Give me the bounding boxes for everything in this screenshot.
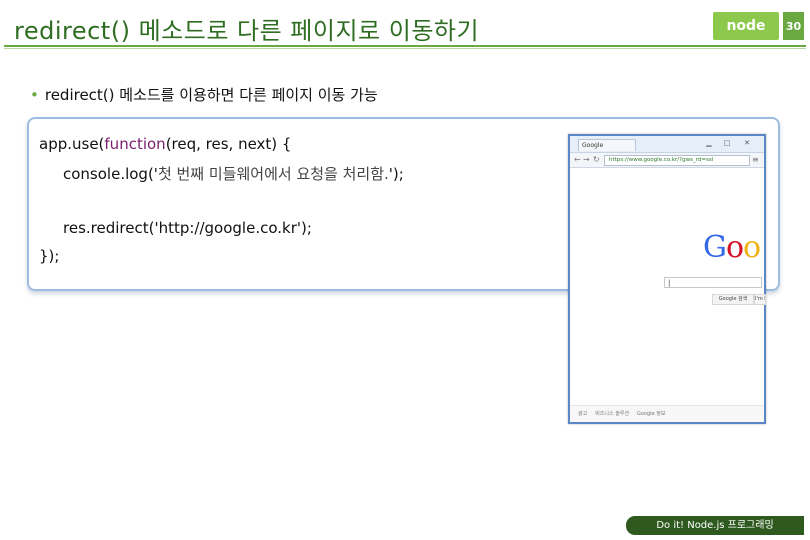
title-divider bbox=[4, 45, 806, 47]
close-icon[interactable]: ✕ bbox=[742, 139, 752, 147]
code-keyword-function: function bbox=[104, 135, 166, 153]
code-line-1-pre: app.use( bbox=[39, 135, 105, 153]
node-logo-text: node bbox=[726, 18, 766, 34]
minimize-icon[interactable]: ▁ bbox=[704, 139, 714, 147]
title-divider-secondary bbox=[4, 48, 806, 49]
reload-icon[interactable]: ↻ bbox=[593, 155, 600, 165]
code-line-2-pre: console.log(' bbox=[63, 165, 158, 183]
back-arrow-icon[interactable]: ← bbox=[574, 155, 581, 165]
google-search-input[interactable]: | bbox=[664, 277, 762, 288]
browser-footer: 광고 비즈니스 솔루션 Google 정보 bbox=[570, 405, 764, 422]
bullet-point: • redirect() 메소드를 이용하면 다른 페이지 이동 가능 bbox=[30, 84, 378, 105]
node-logo: node bbox=[713, 12, 779, 40]
code-line-3: res.redirect('http://google.co.kr'); bbox=[63, 219, 312, 237]
forward-arrow-icon[interactable]: → bbox=[583, 155, 590, 165]
code-line-1-post: (req, res, next) { bbox=[165, 135, 292, 153]
footer-link-ads[interactable]: 광고 bbox=[578, 411, 587, 417]
browser-tab[interactable]: Google bbox=[578, 139, 636, 151]
code-line-4: }); bbox=[39, 247, 60, 265]
slide-title: redirect() 메소드로 다른 페이지로 이동하기 bbox=[14, 17, 480, 45]
menu-icon[interactable]: ≡ bbox=[752, 155, 759, 164]
code-line-2-post: '); bbox=[388, 165, 404, 183]
browser-screenshot: Google ▁ □ ✕ ← → ↻ https://www.google.co… bbox=[568, 134, 766, 424]
bullet-text: redirect() 메소드를 이용하면 다른 페이지 이동 가능 bbox=[44, 86, 378, 104]
code-line-2: console.log('첫 번째 미들웨어에서 요청을 처리함.'); bbox=[63, 163, 404, 184]
google-logo: Goo bbox=[703, 230, 761, 265]
google-search-button[interactable]: Google 검색 bbox=[712, 294, 754, 305]
page-number: 30 bbox=[783, 12, 804, 40]
code-line-1: app.use(function(req, res, next) { bbox=[39, 135, 291, 153]
browser-toolbar: ← → ↻ https://www.google.co.kr/?gws_rd=s… bbox=[570, 153, 764, 168]
address-bar[interactable]: https://www.google.co.kr/?gws_rd=ssl bbox=[604, 155, 750, 166]
footer-banner: Do it! Node.js 프로그래밍 bbox=[626, 516, 804, 535]
google-logo-letter-o1: o bbox=[725, 230, 744, 265]
feeling-lucky-button[interactable]: I'm Feeling Lucky bbox=[754, 294, 766, 305]
google-logo-letter-o2: o bbox=[743, 230, 761, 265]
maximize-icon[interactable]: □ bbox=[722, 139, 732, 147]
google-logo-letter-g: G bbox=[703, 230, 727, 265]
browser-titlebar: Google ▁ □ ✕ bbox=[570, 136, 764, 153]
footer-link-about[interactable]: Google 정보 bbox=[637, 411, 665, 417]
code-line-2-korean: 첫 번째 미들웨어에서 요청을 처리함. bbox=[157, 165, 389, 183]
bullet-dot-icon: • bbox=[30, 86, 39, 104]
footer-link-business[interactable]: 비즈니스 솔루션 bbox=[595, 411, 629, 417]
